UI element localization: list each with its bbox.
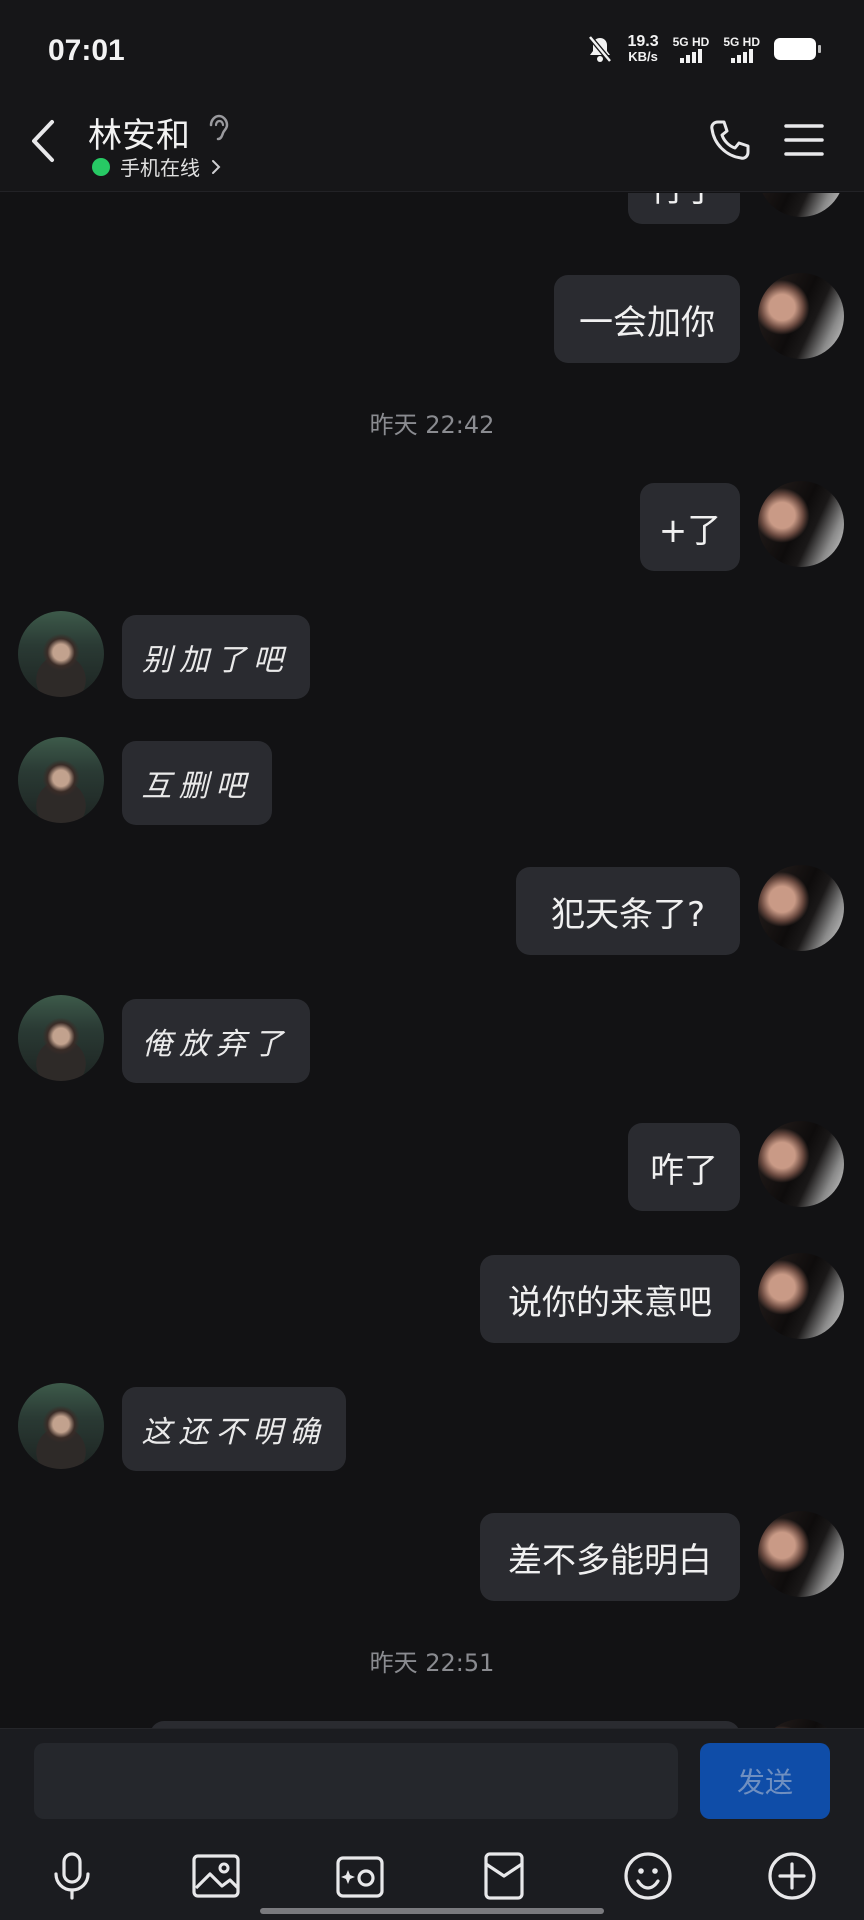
message-bubble-sent[interactable]: +了 (640, 483, 740, 571)
menu-icon[interactable] (782, 118, 826, 162)
message-bubble-sent[interactable] (150, 1721, 740, 1728)
back-icon[interactable] (24, 116, 64, 166)
my-avatar[interactable] (758, 1121, 844, 1207)
bell-muted-icon (588, 35, 613, 63)
signal-icon (730, 49, 753, 63)
message-bubble-received[interactable]: 互删吧 (122, 741, 272, 825)
my-avatar[interactable] (758, 1511, 844, 1597)
sim1-signal: 5G HD (673, 35, 709, 63)
contact-avatar[interactable] (18, 611, 104, 697)
message-bubble-received[interactable]: 别加了吧 (122, 615, 310, 699)
ear-icon[interactable] (206, 113, 232, 143)
message-bubble-received[interactable]: 这还不明确 (122, 1387, 346, 1471)
status-bar: 07:01 19.3 KB/s 5G HD 5G HD (0, 0, 864, 100)
my-avatar[interactable] (758, 1253, 844, 1339)
contact-avatar[interactable] (18, 1383, 104, 1469)
status-time: 07:01 (48, 34, 125, 67)
my-avatar[interactable] (758, 193, 844, 217)
chevron-right-icon (212, 159, 221, 174)
online-status-row[interactable]: 手机在线 (92, 152, 222, 181)
composer-bar: 发送 (0, 1728, 864, 1824)
contact-avatar[interactable] (18, 737, 104, 823)
battery-icon (774, 38, 821, 60)
my-avatar[interactable] (758, 273, 844, 359)
red-packet-icon[interactable] (478, 1850, 530, 1902)
chat-header: 林安和 手机在线 (0, 100, 864, 192)
message-bubble-sent[interactable]: 一会加你 (554, 275, 740, 363)
net-speed: 19.3 KB/s (627, 33, 659, 65)
message-list[interactable]: 行了 一会加你 昨天 22:42 +了 别加了吧 互删吧 犯天条了? 俺放弃了 … (0, 193, 864, 1728)
message-bubble-sent[interactable]: 差不多能明白 (480, 1513, 740, 1601)
voice-icon[interactable] (46, 1850, 98, 1902)
message-input[interactable] (34, 1743, 678, 1819)
sim2-signal: 5G HD (723, 35, 760, 63)
camera-icon[interactable] (334, 1850, 386, 1902)
message-timestamp: 昨天 22:51 (369, 1649, 495, 1677)
contact-name[interactable]: 林安和 (88, 108, 190, 157)
send-button[interactable]: 发送 (700, 1743, 830, 1819)
emoji-icon[interactable] (622, 1850, 674, 1902)
message-bubble-sent[interactable]: 行了 (628, 193, 740, 224)
my-avatar[interactable] (758, 1719, 844, 1728)
my-avatar[interactable] (758, 865, 844, 951)
home-indicator[interactable] (260, 1908, 604, 1914)
message-bubble-sent[interactable]: 犯天条了? (516, 867, 740, 955)
message-bubble-sent[interactable]: 咋了 (628, 1123, 740, 1211)
online-status: 手机在线 (120, 156, 200, 180)
message-bubble-received[interactable]: 俺放弃了 (122, 999, 310, 1083)
input-toolbar (0, 1824, 864, 1920)
my-avatar[interactable] (758, 481, 844, 567)
contact-avatar[interactable] (18, 995, 104, 1081)
phone-icon[interactable] (704, 116, 754, 166)
online-dot (92, 157, 110, 176)
message-timestamp: 昨天 22:42 (369, 411, 495, 439)
more-plus-icon[interactable] (766, 1850, 818, 1902)
message-bubble-sent[interactable]: 说你的来意吧 (480, 1255, 740, 1343)
status-icons: 19.3 KB/s 5G HD 5G HD (587, 33, 821, 65)
signal-icon (679, 49, 702, 63)
image-icon[interactable] (190, 1850, 242, 1902)
